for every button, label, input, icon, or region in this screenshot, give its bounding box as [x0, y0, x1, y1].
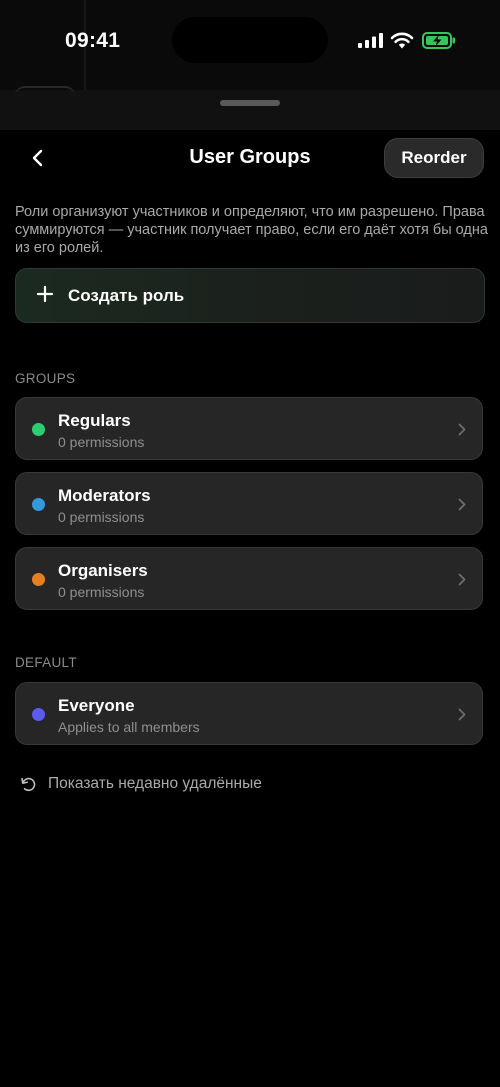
group-card-organisers[interactable]: Organisers 0 permissions [15, 547, 483, 610]
status-bar: 09:41 [0, 0, 500, 90]
group-color-dot [32, 498, 45, 511]
group-name: Everyone [58, 696, 135, 715]
status-time: 09:41 [65, 29, 121, 52]
sheet-grabber[interactable] [220, 100, 280, 106]
dynamic-island [172, 17, 328, 63]
chevron-right-icon [458, 708, 466, 721]
group-subtitle: Applies to all members [58, 719, 200, 735]
group-name: Regulars [58, 411, 131, 430]
background-control-edge [15, 86, 75, 98]
chevron-right-icon [458, 573, 466, 586]
chevron-right-icon [458, 423, 466, 436]
chevron-right-icon [458, 498, 466, 511]
group-name: Organisers [58, 561, 148, 580]
group-permissions: 0 permissions [58, 434, 145, 450]
group-color-dot [32, 423, 45, 436]
plus-icon [36, 285, 54, 303]
group-permissions: 0 permissions [58, 509, 145, 525]
group-color-dot [32, 708, 45, 721]
roles-description: Роли организуют участников и определяют,… [15, 204, 488, 256]
group-permissions: 0 permissions [58, 584, 145, 600]
restore-icon [21, 777, 36, 792]
create-role-label: Создать роль [68, 286, 185, 305]
default-section-title: DEFAULT [15, 655, 77, 670]
reorder-button[interactable]: Reorder [384, 138, 484, 178]
group-card-everyone[interactable]: Everyone Applies to all members [15, 682, 483, 745]
wifi-icon [390, 32, 414, 49]
groups-section-title: GROUPS [15, 371, 76, 386]
group-name: Moderators [58, 486, 151, 505]
show-recently-deleted-label: Показать недавно удалённые [48, 775, 262, 792]
cellular-signal-icon [358, 33, 383, 48]
group-color-dot [32, 573, 45, 586]
group-card-regulars[interactable]: Regulars 0 permissions [15, 397, 483, 460]
group-card-moderators[interactable]: Moderators 0 permissions [15, 472, 483, 535]
battery-charging-icon [422, 32, 455, 49]
create-role-button[interactable]: Создать роль [15, 268, 485, 323]
background-sheet [0, 90, 500, 130]
